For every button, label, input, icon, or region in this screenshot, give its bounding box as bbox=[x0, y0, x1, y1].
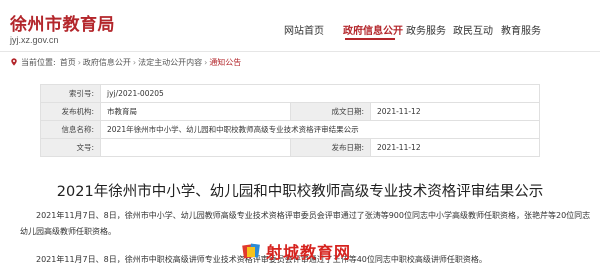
nav-item-gov-info[interactable]: 政府信息公开 bbox=[343, 22, 403, 37]
nav-item-services[interactable]: 政务服务 bbox=[406, 22, 446, 37]
publisher-label: 发布机构: bbox=[40, 102, 101, 121]
watermark-logo-icon bbox=[242, 243, 260, 259]
info-table: 索引号: jyj/2021-00205 发布机构: 市教育局 成文日期: 202… bbox=[40, 84, 540, 157]
breadcrumb-statutory[interactable]: 法定主动公开内容 bbox=[138, 57, 202, 68]
doc-number-value bbox=[100, 138, 291, 157]
site-header: 徐州市教育局 jyj.xz.gov.cn 网站首页 政府信息公开 政务服务 政民… bbox=[0, 0, 600, 52]
info-name-value: 2021年徐州市中小学、幼儿园和中职校教师高级专业技术资格评审结果公示 bbox=[100, 120, 540, 139]
header-divider bbox=[0, 51, 600, 52]
nav-item-home[interactable]: 网站首页 bbox=[284, 22, 324, 37]
table-row: 索引号: jyj/2021-00205 bbox=[40, 84, 540, 103]
breadcrumb-separator-icon: › bbox=[132, 57, 137, 67]
breadcrumb-notices[interactable]: 通知公告 bbox=[209, 57, 241, 68]
index-value: jyj/2021-00205 bbox=[100, 84, 540, 103]
index-label: 索引号: bbox=[40, 84, 101, 103]
breadcrumb: 当前位置: 首页 › 政府信息公开 › 法定主动公开内容 › 通知公告 bbox=[10, 56, 241, 68]
published-date-label: 发布日期: bbox=[290, 138, 371, 157]
article-title: 2021年徐州市中小学、幼儿园和中职校教师高级专业技术资格评审结果公示 bbox=[56, 184, 544, 200]
article-paragraph-1: 2021年11月7日、8日，徐州市中小学、幼儿园教师高级专业技术资格评审委员会评… bbox=[20, 211, 591, 236]
publisher-value: 市教育局 bbox=[100, 102, 291, 121]
published-date-value: 2021-11-12 bbox=[370, 138, 540, 157]
watermark: 射城教育网 bbox=[242, 240, 351, 262]
breadcrumb-gov-info[interactable]: 政府信息公开 bbox=[83, 57, 131, 68]
nav-active-indicator bbox=[345, 38, 395, 40]
watermark-text: 射城教育网 bbox=[266, 243, 352, 262]
breadcrumb-home[interactable]: 首页 bbox=[60, 57, 76, 68]
breadcrumb-prefix: 当前位置: bbox=[21, 57, 56, 67]
info-name-label: 信息名称: bbox=[40, 120, 101, 139]
nav-item-interaction[interactable]: 政民互动 bbox=[453, 22, 493, 37]
location-pin-icon bbox=[11, 58, 17, 66]
main-nav: 网站首页 政府信息公开 政务服务 政民互动 教育服务 bbox=[0, 22, 600, 40]
table-row: 文号: 发布日期: 2021-11-12 bbox=[40, 138, 540, 157]
table-row: 发布机构: 市教育局 成文日期: 2021-11-12 bbox=[40, 102, 540, 121]
breadcrumb-separator-icon: › bbox=[204, 57, 208, 67]
nav-item-edu-services[interactable]: 教育服务 bbox=[501, 22, 541, 37]
table-row: 信息名称: 2021年徐州市中小学、幼儿园和中职校教师高级专业技术资格评审结果公… bbox=[40, 120, 540, 139]
doc-number-label: 文号: bbox=[40, 138, 101, 157]
created-date-label: 成文日期: bbox=[290, 102, 371, 121]
breadcrumb-separator-icon: › bbox=[77, 57, 81, 67]
site-url: jyj.xz.gov.cn bbox=[10, 35, 59, 45]
created-date-value: 2021-11-12 bbox=[370, 102, 540, 121]
